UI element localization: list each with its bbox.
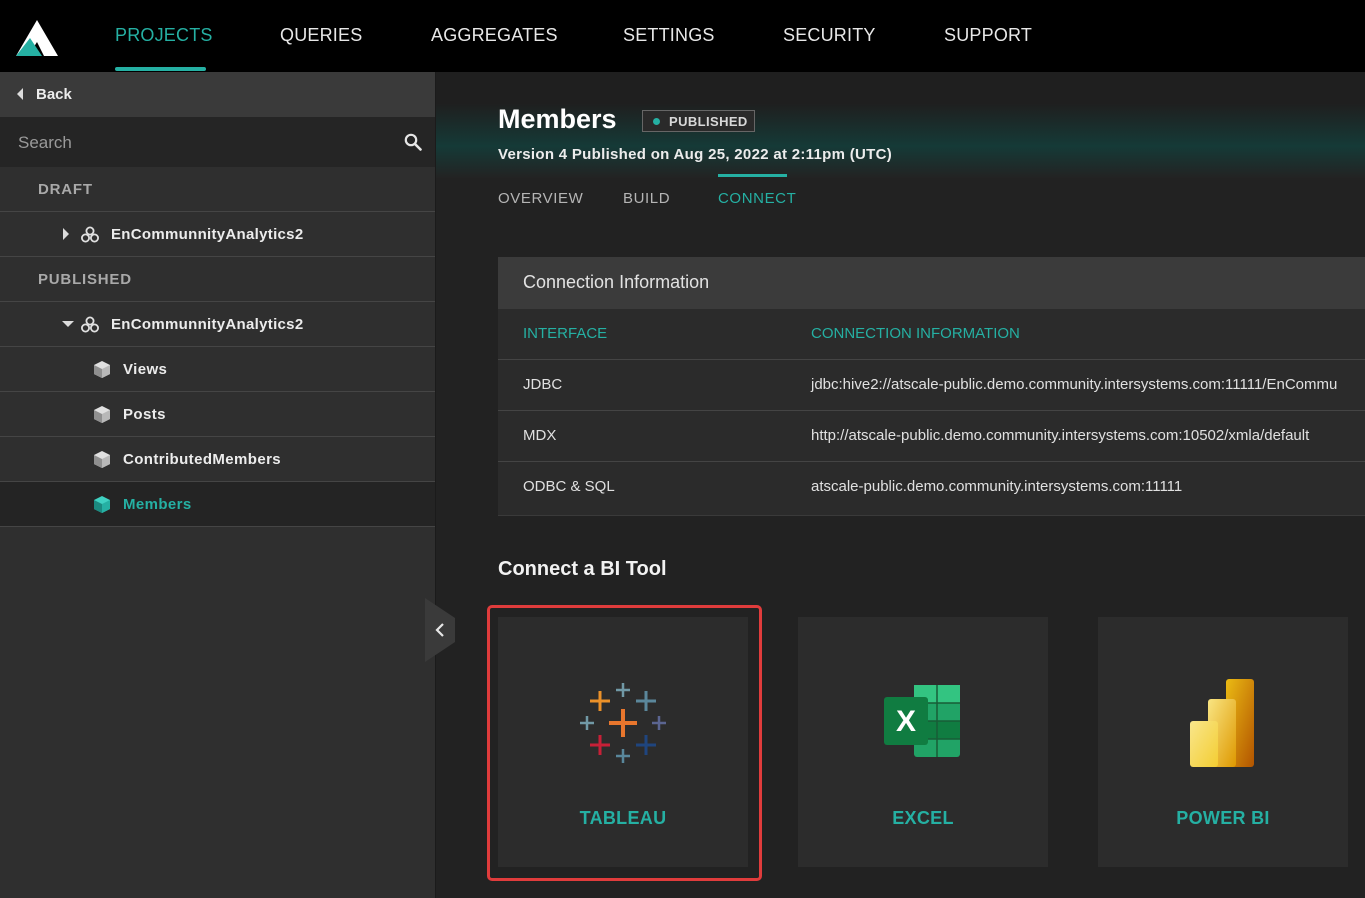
search-icon[interactable] bbox=[404, 133, 422, 151]
cube-icon bbox=[94, 496, 110, 513]
cube-label: Posts bbox=[123, 406, 166, 423]
svg-text:X: X bbox=[896, 705, 916, 738]
table-header-row: INTERFACE CONNECTION INFORMATION bbox=[498, 309, 1365, 360]
back-label: Back bbox=[36, 86, 72, 103]
power-bi-logo-icon bbox=[1190, 679, 1254, 767]
back-arrow-icon bbox=[17, 88, 23, 100]
cube-label: Members bbox=[123, 496, 192, 513]
collapse-caret-icon[interactable] bbox=[62, 321, 74, 327]
sidebar-item-contributedmembers[interactable]: ContributedMembers bbox=[0, 437, 435, 482]
table-row: JDBC jdbc:hive2://atscale-public.demo.co… bbox=[498, 360, 1365, 411]
sidebar: Back DRAFT EnCommunnityAnalytics2 PUBLIS… bbox=[0, 72, 436, 898]
connection-info-title: Connection Information bbox=[523, 272, 710, 292]
project-icon bbox=[81, 316, 99, 333]
column-header-interface: INTERFACE bbox=[523, 325, 608, 342]
cube-label: ContributedMembers bbox=[123, 451, 282, 468]
section-published: PUBLISHED bbox=[0, 257, 435, 302]
search-box bbox=[0, 117, 435, 167]
nav-active-indicator bbox=[115, 67, 206, 71]
connection-info-panel: Connection Information INTERFACE CONNECT… bbox=[498, 257, 1365, 516]
connection-string-cell[interactable]: atscale-public.demo.community.intersyste… bbox=[811, 478, 1182, 495]
power-bi-tile[interactable]: POWER BI bbox=[1098, 617, 1348, 867]
page-title: Members bbox=[498, 104, 617, 134]
connection-info-header: Connection Information bbox=[498, 257, 1365, 309]
power-bi-label: POWER BI bbox=[1176, 808, 1270, 828]
tab-build[interactable]: BUILD bbox=[623, 190, 670, 207]
nav-security[interactable]: SECURITY bbox=[783, 25, 876, 46]
draft-project-label: EnCommunnityAnalytics2 bbox=[111, 226, 304, 243]
atscale-logo-icon[interactable] bbox=[14, 18, 60, 58]
excel-logo-icon: X bbox=[884, 685, 960, 757]
section-published-label: PUBLISHED bbox=[38, 271, 132, 288]
column-header-connection: CONNECTION INFORMATION bbox=[811, 325, 1020, 342]
nav-settings[interactable]: SETTINGS bbox=[623, 25, 715, 46]
cube-icon bbox=[94, 406, 110, 423]
nav-support[interactable]: SUPPORT bbox=[944, 25, 1032, 46]
nav-projects[interactable]: PROJECTS bbox=[115, 25, 213, 46]
top-navigation-bar: PROJECTS QUERIES AGGREGATES SETTINGS SEC… bbox=[0, 0, 1365, 72]
connection-string-cell[interactable]: http://atscale-public.demo.community.int… bbox=[811, 427, 1309, 444]
table-row: ODBC & SQL atscale-public.demo.community… bbox=[498, 462, 1365, 513]
tab-active-indicator bbox=[718, 174, 787, 177]
interface-cell: MDX bbox=[523, 427, 557, 444]
section-draft-label: DRAFT bbox=[38, 181, 93, 198]
cube-label: Views bbox=[123, 361, 168, 378]
cube-icon bbox=[94, 451, 110, 468]
excel-label: EXCEL bbox=[892, 808, 954, 828]
back-button[interactable]: Back bbox=[0, 72, 435, 117]
nav-queries[interactable]: QUERIES bbox=[280, 25, 362, 46]
sidebar-item-published-project[interactable]: EnCommunnityAnalytics2 bbox=[0, 302, 435, 347]
search-input[interactable] bbox=[16, 129, 390, 157]
sidebar-item-members[interactable]: Members bbox=[0, 482, 435, 527]
sidebar-item-draft-project[interactable]: EnCommunnityAnalytics2 bbox=[0, 212, 435, 257]
interface-cell: ODBC & SQL bbox=[523, 478, 615, 495]
table-row: MDX http://atscale-public.demo.community… bbox=[498, 411, 1365, 462]
nav-aggregates[interactable]: AGGREGATES bbox=[431, 25, 558, 46]
version-info: Version 4 Published on Aug 25, 2022 at 2… bbox=[498, 146, 893, 163]
bi-tools-heading: Connect a BI Tool bbox=[498, 558, 667, 580]
published-project-label: EnCommunnityAnalytics2 bbox=[111, 316, 304, 333]
interface-cell: JDBC bbox=[523, 376, 563, 393]
status-badge: PUBLISHED bbox=[642, 110, 755, 132]
tableau-highlight-box bbox=[487, 605, 762, 881]
tab-connect[interactable]: CONNECT bbox=[718, 190, 796, 207]
sidebar-item-views[interactable]: Views bbox=[0, 347, 435, 392]
sidebar-item-posts[interactable]: Posts bbox=[0, 392, 435, 437]
status-badge-label: PUBLISHED bbox=[669, 114, 748, 129]
project-icon bbox=[81, 226, 99, 243]
expand-caret-icon[interactable] bbox=[63, 228, 69, 240]
section-draft: DRAFT bbox=[0, 167, 435, 212]
collapse-sidebar-button[interactable] bbox=[425, 598, 455, 662]
cube-icon bbox=[94, 361, 110, 378]
excel-tile[interactable]: X EXCEL bbox=[798, 617, 1048, 867]
status-dot-icon bbox=[653, 118, 660, 125]
tab-overview[interactable]: OVERVIEW bbox=[498, 190, 583, 207]
connection-string-cell[interactable]: jdbc:hive2://atscale-public.demo.communi… bbox=[811, 376, 1337, 393]
